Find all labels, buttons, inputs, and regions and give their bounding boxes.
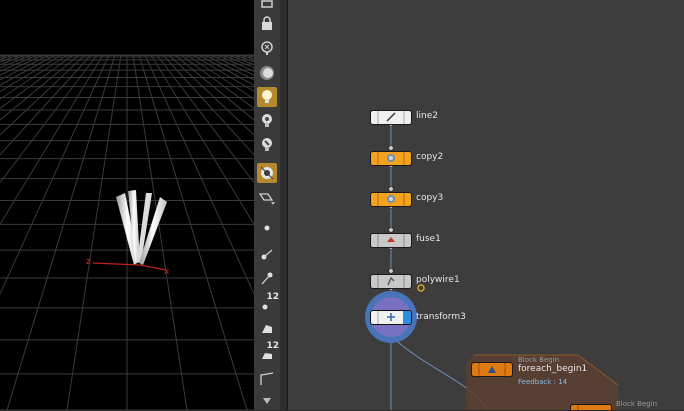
display-normals-button[interactable] xyxy=(257,163,277,183)
node-transform3[interactable] xyxy=(370,310,412,325)
wire-option-button[interactable] xyxy=(257,188,277,208)
node-label-copy3: copy3 xyxy=(416,193,444,203)
x-axis-label: x xyxy=(164,267,170,277)
lock-icon xyxy=(262,16,272,30)
shading-button[interactable] xyxy=(257,63,277,83)
node-copy3[interactable] xyxy=(370,192,412,207)
copy-sop-icon xyxy=(387,195,395,203)
point-display-button[interactable] xyxy=(257,218,277,238)
block-begin-icon xyxy=(488,366,496,373)
node-label-foreach-begin1: foreach_begin1 xyxy=(518,364,588,374)
copy-sop-icon xyxy=(387,154,395,162)
polywire-sop-icon xyxy=(387,276,395,286)
expand-down-icon xyxy=(263,398,271,404)
primitive-numbers-button[interactable]: 12 xyxy=(257,341,279,363)
z-axis-label: z xyxy=(86,257,91,267)
block-begin-caption: Block Begin xyxy=(518,356,560,364)
spot-light-icon xyxy=(262,138,272,151)
node-polywire1[interactable] xyxy=(370,274,412,289)
node-label-fuse1: fuse1 xyxy=(416,234,441,244)
wire-option-icon xyxy=(258,193,275,205)
node-copy2[interactable] xyxy=(370,151,412,166)
point-light-icon xyxy=(262,114,272,127)
node-line2[interactable] xyxy=(370,110,412,125)
point-light-button[interactable] xyxy=(257,111,277,131)
primitive-button[interactable] xyxy=(257,318,277,338)
node-label-line2: line2 xyxy=(416,111,438,121)
handle-button[interactable] xyxy=(257,0,277,14)
transform-sop-icon xyxy=(387,313,395,321)
primitive-numbers-badge: 12 xyxy=(266,341,279,351)
node-wires xyxy=(365,121,619,410)
node-block-begin-2[interactable] xyxy=(570,404,612,410)
block-begin-caption-2: Block Begin xyxy=(616,400,658,408)
node-label-copy2: copy2 xyxy=(416,152,444,162)
ruler-angle-icon xyxy=(260,372,274,385)
expand-toolbar-button[interactable] xyxy=(257,391,277,411)
ghost-objects-icon xyxy=(261,41,273,55)
node-foreach-begin1[interactable] xyxy=(471,362,513,377)
headlight-button[interactable] xyxy=(257,87,277,107)
node-fuse1[interactable] xyxy=(370,233,412,248)
point-marker-icon xyxy=(261,272,273,285)
point-display-icon xyxy=(264,225,270,231)
point-numbers-badge: 12 xyxy=(266,292,279,302)
display-normals-icon xyxy=(260,166,274,180)
handle-icon xyxy=(261,0,273,8)
scene-viewport[interactable]: z x xyxy=(0,0,254,410)
fuse-sop-icon xyxy=(387,237,395,242)
ruler-button[interactable] xyxy=(257,369,277,389)
primitive-icon xyxy=(262,325,272,333)
display-options-toolbar: 12 12 xyxy=(254,0,281,410)
ghost-objects-button[interactable] xyxy=(257,38,277,58)
shaded-sphere-icon xyxy=(260,66,274,80)
lock-camera-button[interactable] xyxy=(257,13,277,33)
point-normal-button[interactable] xyxy=(257,244,277,264)
light-bulb-icon xyxy=(262,90,272,103)
point-numbers-button[interactable]: 12 xyxy=(257,292,279,314)
line-sop-icon xyxy=(386,112,396,122)
node-label-transform3: transform3 xyxy=(416,312,466,322)
viewport-grid: z x xyxy=(0,0,254,410)
feedback-count: Feedback : 14 xyxy=(518,378,568,386)
spot-light-button[interactable] xyxy=(257,135,277,155)
x-axis-line xyxy=(139,264,167,271)
pane-divider[interactable] xyxy=(280,0,288,410)
warning-gear-icon xyxy=(417,284,425,292)
network-editor[interactable]: line2 copy2 copy3 fuse1 polywire1 transf… xyxy=(288,0,684,410)
point-marker-button[interactable] xyxy=(257,268,277,288)
point-normal-icon xyxy=(261,249,273,260)
z-axis-line xyxy=(92,262,141,266)
